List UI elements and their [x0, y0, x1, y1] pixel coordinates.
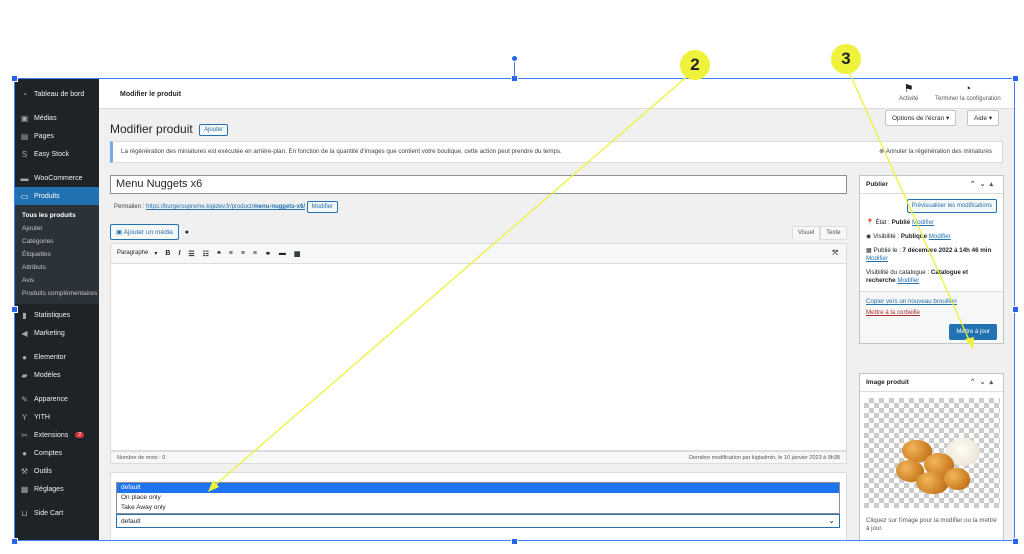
annotation-arrows — [208, 71, 974, 492]
annotation-arrow-2 — [213, 73, 691, 487]
screenshot-stage: ◔ Tableau de bord ▣ Médias ▤ Pages S Easy St… — [0, 0, 1024, 554]
arrowhead-2 — [208, 480, 219, 492]
annotation-marker-2: 2 — [680, 50, 710, 80]
annotation-marker-3: 3 — [831, 44, 861, 74]
annotation-arrow-3 — [848, 71, 971, 343]
arrowhead-3 — [965, 337, 974, 349]
